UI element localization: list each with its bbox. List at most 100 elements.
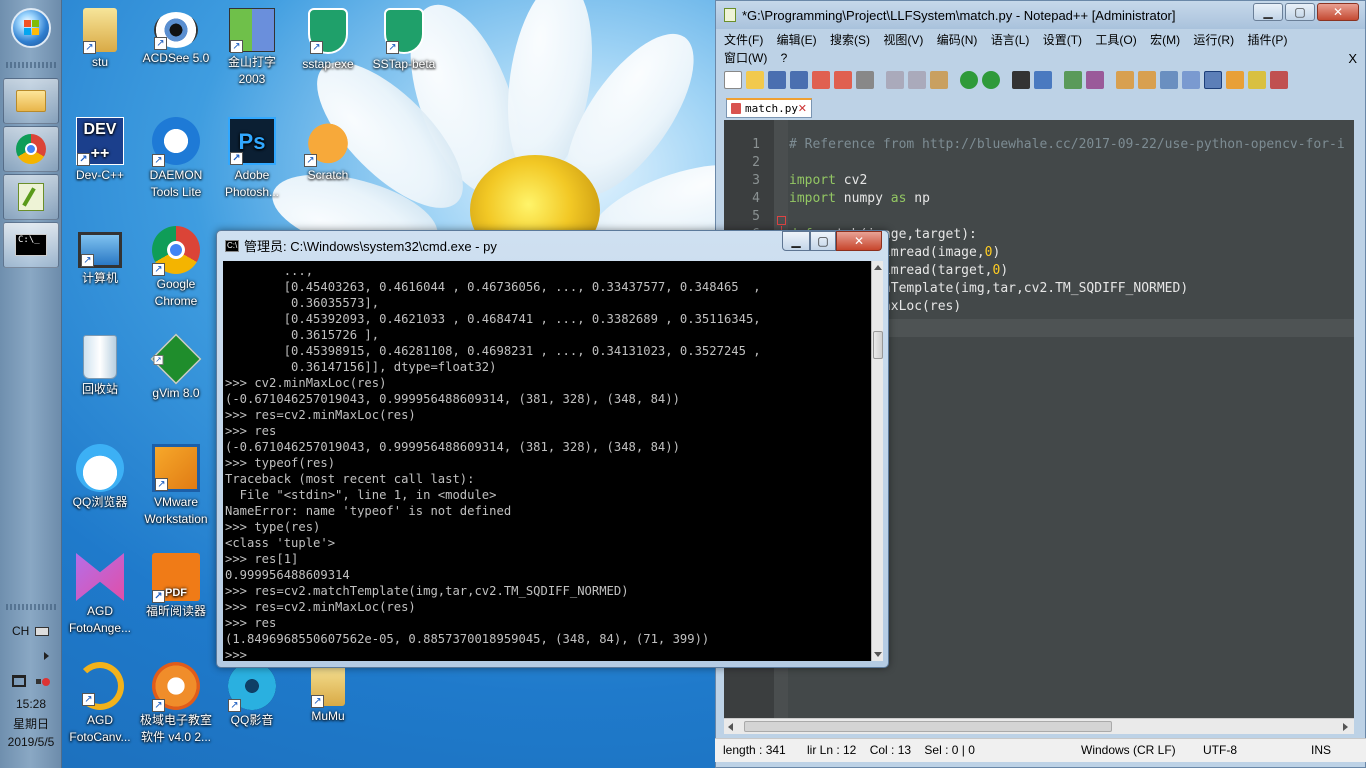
scrollbar-thumb[interactable] <box>873 331 883 359</box>
cmd-title-bar[interactable]: C:\ 管理员: C:\Windows\system32\cmd.exe - p… <box>225 236 497 255</box>
new-file-icon[interactable] <box>724 71 742 89</box>
redo-icon[interactable] <box>982 71 1000 89</box>
desktop-icon-qqbrowser[interactable]: QQ浏览器 <box>61 444 139 511</box>
menu-tools[interactable]: 工具(O) <box>1095 33 1136 47</box>
tab-close-icon[interactable]: ✕ <box>798 102 807 115</box>
chrome-icon: ↗ <box>152 226 200 276</box>
print-icon[interactable] <box>856 71 874 89</box>
volume-muted-icon[interactable] <box>36 675 50 688</box>
language-indicator[interactable]: CH <box>0 624 62 638</box>
expand-tray-arrow-icon[interactable] <box>44 652 49 660</box>
taskbar-grip[interactable] <box>6 62 56 68</box>
maximize-button[interactable]: ▢ <box>810 231 836 251</box>
menu-file[interactable]: 文件(F) <box>724 33 763 47</box>
menu-run[interactable]: 运行(R) <box>1193 33 1234 47</box>
desktop-icon-devcpp[interactable]: DEV ++ ↗ Dev-C++ <box>61 117 139 184</box>
word-wrap-icon[interactable] <box>1160 71 1178 89</box>
desktop-icon-recycle-bin[interactable]: 回收站 <box>61 335 139 398</box>
document-map-icon[interactable] <box>1248 71 1266 89</box>
console-line: Traceback (most recent call last): <box>225 472 475 486</box>
scroll-left-arrow-icon[interactable] <box>728 723 733 731</box>
desktop-icon-mumu[interactable]: ↗ MuMu <box>289 662 367 725</box>
clock-day[interactable]: 星期日 <box>0 715 62 732</box>
explorer-taskbar-button[interactable] <box>3 78 59 124</box>
indent-guide-icon[interactable] <box>1204 71 1222 89</box>
desktop-icon-photoshop[interactable]: Ps ↗ Adobe Photosh... <box>213 117 291 201</box>
menu-settings[interactable]: 设置(T) <box>1043 33 1082 47</box>
close-file-icon[interactable] <box>812 71 830 89</box>
console-line: (1.8496968550607562e-05, 0.8857370018959… <box>225 632 710 646</box>
close-button[interactable]: ✕ <box>836 231 882 251</box>
open-file-icon[interactable] <box>746 71 764 89</box>
console-prompt[interactable]: >>> <box>225 647 247 661</box>
scroll-up-arrow-icon[interactable] <box>874 265 882 270</box>
clock-time[interactable]: 15:28 <box>0 697 62 711</box>
function-list-icon[interactable] <box>1270 71 1288 89</box>
desktop-icon-vmware[interactable]: ↗ VMware Workstation <box>137 444 215 528</box>
desktop-icon-acdsee[interactable]: ↗ ACDSee 5.0 <box>137 8 215 67</box>
close-button[interactable]: ✕ <box>1317 3 1359 21</box>
chrome-taskbar-button[interactable] <box>3 126 59 172</box>
minimize-button[interactable]: ▁ <box>782 231 810 251</box>
language-udl-icon[interactable] <box>1226 71 1244 89</box>
desktop-icon-daemon[interactable]: ↗ DAEMON Tools Lite <box>137 117 215 201</box>
shield-lock-icon: ↗ <box>384 8 424 54</box>
menu-plugins[interactable]: 插件(P) <box>1247 33 1287 47</box>
keyboard-icon[interactable] <box>35 627 49 636</box>
sync-vertical-icon[interactable] <box>1116 71 1134 89</box>
maximize-button[interactable]: ▢ <box>1285 3 1315 21</box>
desktop-icon-classroom[interactable]: ↗ 极域电子教室 软件 v4.0 2... <box>137 662 215 746</box>
desktop-icon-fotoangelo[interactable]: AGD FotoAnge... <box>61 553 139 637</box>
find-icon[interactable] <box>1012 71 1030 89</box>
desktop-icon-foxit[interactable]: PDF ↗ 福昕阅读器 <box>137 553 215 620</box>
close-all-icon[interactable] <box>834 71 852 89</box>
fold-marker-icon[interactable] <box>777 216 786 225</box>
network-icon[interactable] <box>12 675 26 687</box>
desktop-icon-stu[interactable]: ↗ stu <box>61 8 139 71</box>
clock-date[interactable]: 2019/5/5 <box>0 735 62 749</box>
replace-icon[interactable] <box>1034 71 1052 89</box>
console-line: (-0.671046257019043, 0.999956488609314, … <box>225 440 680 454</box>
scroll-right-arrow-icon[interactable] <box>1343 723 1348 731</box>
zoom-out-icon[interactable] <box>1086 71 1104 89</box>
save-icon[interactable] <box>768 71 786 89</box>
desktop-icon-qqplayer[interactable]: ↗ QQ影音 <box>213 662 291 729</box>
desktop-icon-chrome[interactable]: ↗ Google Chrome <box>137 226 215 310</box>
desktop-icon-fotocanvas[interactable]: ↗ AGD FotoCanv... <box>61 662 139 746</box>
vertical-scrollbar[interactable] <box>871 261 883 661</box>
zoom-in-icon[interactable] <box>1064 71 1082 89</box>
desktop-icon-computer[interactable]: ↗ 计算机 <box>61 226 139 287</box>
menu-edit[interactable]: 编辑(E) <box>777 33 817 47</box>
console-output[interactable]: ..., [0.45403263, 0.4616044 , 0.46736056… <box>223 261 871 661</box>
minimize-button[interactable]: ▁ <box>1253 3 1283 21</box>
undo-icon[interactable] <box>960 71 978 89</box>
desktop-icon-typing[interactable]: ↗ 金山打字 2003 <box>213 8 291 88</box>
close-document-button[interactable]: X <box>1348 51 1357 66</box>
sync-horizontal-icon[interactable] <box>1138 71 1156 89</box>
start-button[interactable] <box>11 8 51 48</box>
show-all-chars-icon[interactable] <box>1182 71 1200 89</box>
desktop-icon-scratch[interactable]: ↗ Scratch <box>289 117 367 184</box>
copy-icon[interactable] <box>908 71 926 89</box>
horizontal-scrollbar[interactable] <box>724 718 1354 734</box>
menu-search[interactable]: 搜索(S) <box>830 33 870 47</box>
paste-icon[interactable] <box>930 71 948 89</box>
scroll-down-arrow-icon[interactable] <box>874 652 882 657</box>
menu-window[interactable]: 窗口(W) <box>724 51 767 65</box>
save-all-icon[interactable] <box>790 71 808 89</box>
tab-match-py[interactable]: match.py ✕ <box>726 98 812 118</box>
menu-view[interactable]: 视图(V) <box>883 33 923 47</box>
menu-language[interactable]: 语言(L) <box>991 33 1030 47</box>
notepadpp-taskbar-button[interactable] <box>3 174 59 220</box>
cmd-taskbar-button[interactable]: C:\_ <box>3 222 59 268</box>
menu-macro[interactable]: 宏(M) <box>1150 33 1180 47</box>
desktop-icon-sstap-beta[interactable]: ↗ SSTap-beta <box>365 8 443 73</box>
menu-encoding[interactable]: 编码(N) <box>937 33 978 47</box>
desktop-icon-gvim[interactable]: ↗ gVim 8.0 <box>137 333 215 402</box>
vmware-icon: ↗ <box>152 444 200 492</box>
scrollbar-thumb[interactable] <box>744 721 1112 732</box>
menu-help[interactable]: ? <box>781 51 788 65</box>
desktop-icon-sstap[interactable]: ↗ sstap.exe <box>289 8 367 73</box>
tray-grip[interactable] <box>6 604 56 610</box>
cut-icon[interactable] <box>886 71 904 89</box>
